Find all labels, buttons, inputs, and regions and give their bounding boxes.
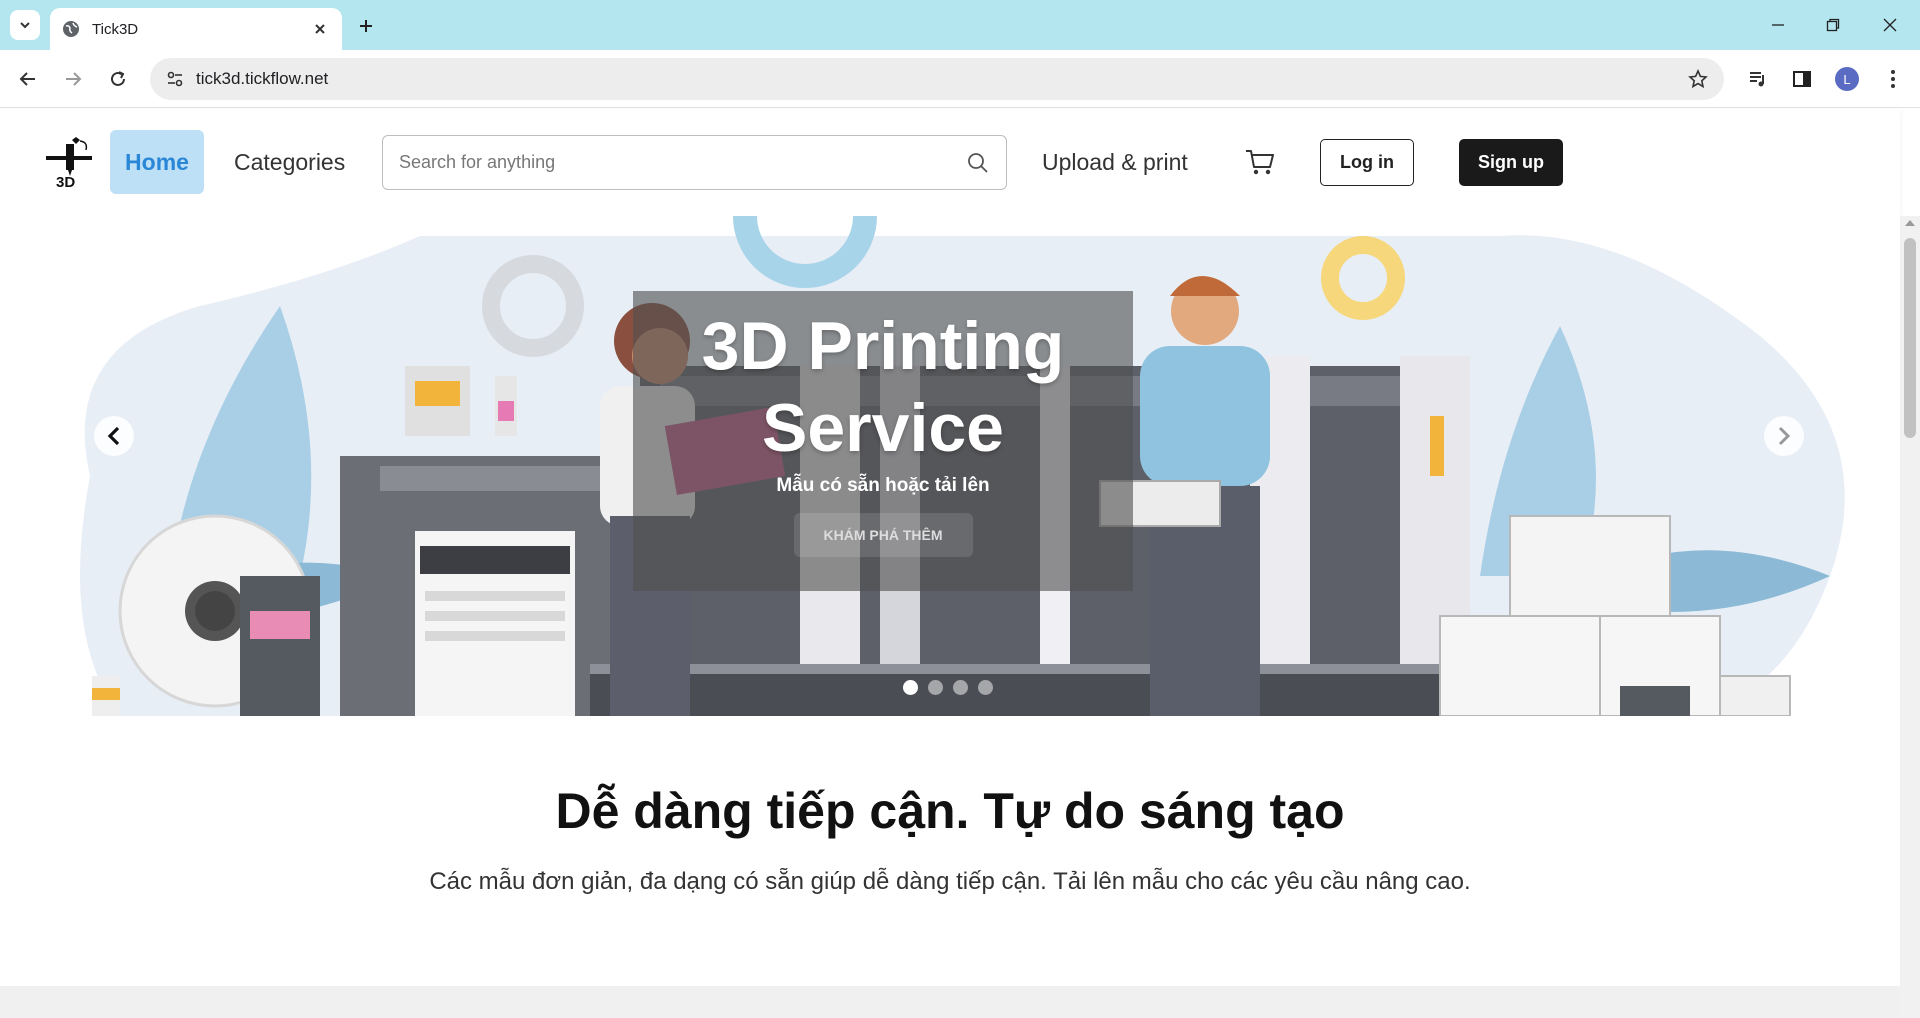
reload-button[interactable]	[103, 64, 133, 94]
close-window-button[interactable]	[1870, 10, 1910, 40]
intro-section: Dễ dàng tiếp cận. Tự do sáng tạo Các mẫu…	[0, 716, 1900, 986]
restore-icon	[1826, 18, 1840, 32]
minimize-icon	[1772, 24, 1784, 26]
bookmark-star-icon[interactable]	[1686, 67, 1710, 91]
carousel-dot-2[interactable]	[928, 680, 943, 695]
browser-toolbar: tick3d.tickflow.net L	[0, 50, 1920, 108]
playlist-icon	[1750, 72, 1764, 87]
profile-button[interactable]: L	[1832, 64, 1862, 94]
site-logo[interactable]: 3D	[44, 136, 94, 194]
hero-caption: 3D Printing Service Mẫu có sẵn hoặc tải …	[633, 291, 1133, 591]
chevron-left-icon	[107, 426, 120, 446]
globe-icon	[63, 21, 79, 37]
address-bar[interactable]: tick3d.tickflow.net	[150, 58, 1724, 100]
media-control-button[interactable]	[1743, 64, 1773, 94]
url-text: tick3d.tickflow.net	[196, 69, 329, 88]
back-button[interactable]	[13, 64, 43, 94]
signup-button[interactable]: Sign up	[1459, 139, 1563, 186]
site-info-icon[interactable]	[164, 68, 186, 90]
close-icon	[1883, 18, 1897, 32]
tab-close-icon[interactable]	[310, 19, 330, 39]
scrollbar-thumb[interactable]	[1904, 238, 1916, 438]
site-header: 3D Home Categories Upload & print Log in…	[0, 108, 1900, 216]
logo-text: 3D	[56, 174, 76, 191]
hero-title: 3D Printing Service	[701, 308, 1065, 466]
section-description: Các mẫu đơn giản, đa dạng có sẵn giúp dễ…	[429, 868, 1471, 895]
nav-home-link[interactable]: Home	[110, 130, 204, 194]
avatar: L	[1835, 67, 1859, 91]
browser-tab-active[interactable]: Tick3D	[50, 8, 342, 50]
tab-search-button[interactable]	[10, 10, 40, 40]
hero-cta-button[interactable]: KHÁM PHÁ THÊM	[793, 513, 973, 557]
search-input[interactable]	[399, 152, 966, 173]
side-panel-icon	[1793, 71, 1811, 87]
cart-icon[interactable]	[1244, 146, 1276, 178]
chevron-down-icon	[20, 22, 30, 29]
forward-button[interactable]	[58, 64, 88, 94]
browser-menu-button[interactable]	[1878, 64, 1908, 94]
side-panel-button[interactable]	[1787, 64, 1817, 94]
new-tab-button[interactable]	[352, 12, 380, 40]
hero-carousel: 3D Printing Service Mẫu có sẵn hoặc tải …	[0, 216, 1900, 716]
hero-subtitle: Mẫu có sẵn hoặc tải lên	[776, 475, 990, 496]
minimize-window-button[interactable]	[1758, 10, 1798, 40]
next-section-band	[0, 986, 1900, 1018]
arrow-right-icon	[66, 72, 82, 86]
chevron-right-icon	[1778, 426, 1791, 446]
scroll-up-arrow-icon[interactable]	[1905, 220, 1915, 226]
reload-icon	[111, 71, 125, 86]
carousel-prev-button[interactable]	[94, 416, 134, 456]
restore-window-button[interactable]	[1813, 10, 1853, 40]
browser-tab-bar: Tick3D	[0, 0, 1920, 50]
page-scrollbar[interactable]	[1900, 216, 1920, 1018]
nav-upload-print-link[interactable]: Upload & print	[1042, 130, 1188, 194]
search-icon[interactable]	[966, 151, 990, 175]
arrow-left-icon	[19, 72, 35, 86]
tab-title: Tick3D	[92, 20, 139, 38]
search-bar[interactable]	[382, 135, 1007, 190]
carousel-dot-3[interactable]	[953, 680, 968, 695]
carousel-dot-1[interactable]	[903, 680, 918, 695]
carousel-next-button[interactable]	[1764, 416, 1804, 456]
nav-categories-link[interactable]: Categories	[234, 130, 345, 194]
section-heading: Dễ dàng tiếp cận. Tự do sáng tạo	[555, 783, 1345, 839]
carousel-indicators	[903, 680, 993, 695]
carousel-dot-4[interactable]	[978, 680, 993, 695]
plus-icon	[360, 20, 372, 32]
more-vertical-icon	[1891, 70, 1895, 88]
login-button[interactable]: Log in	[1320, 139, 1414, 186]
